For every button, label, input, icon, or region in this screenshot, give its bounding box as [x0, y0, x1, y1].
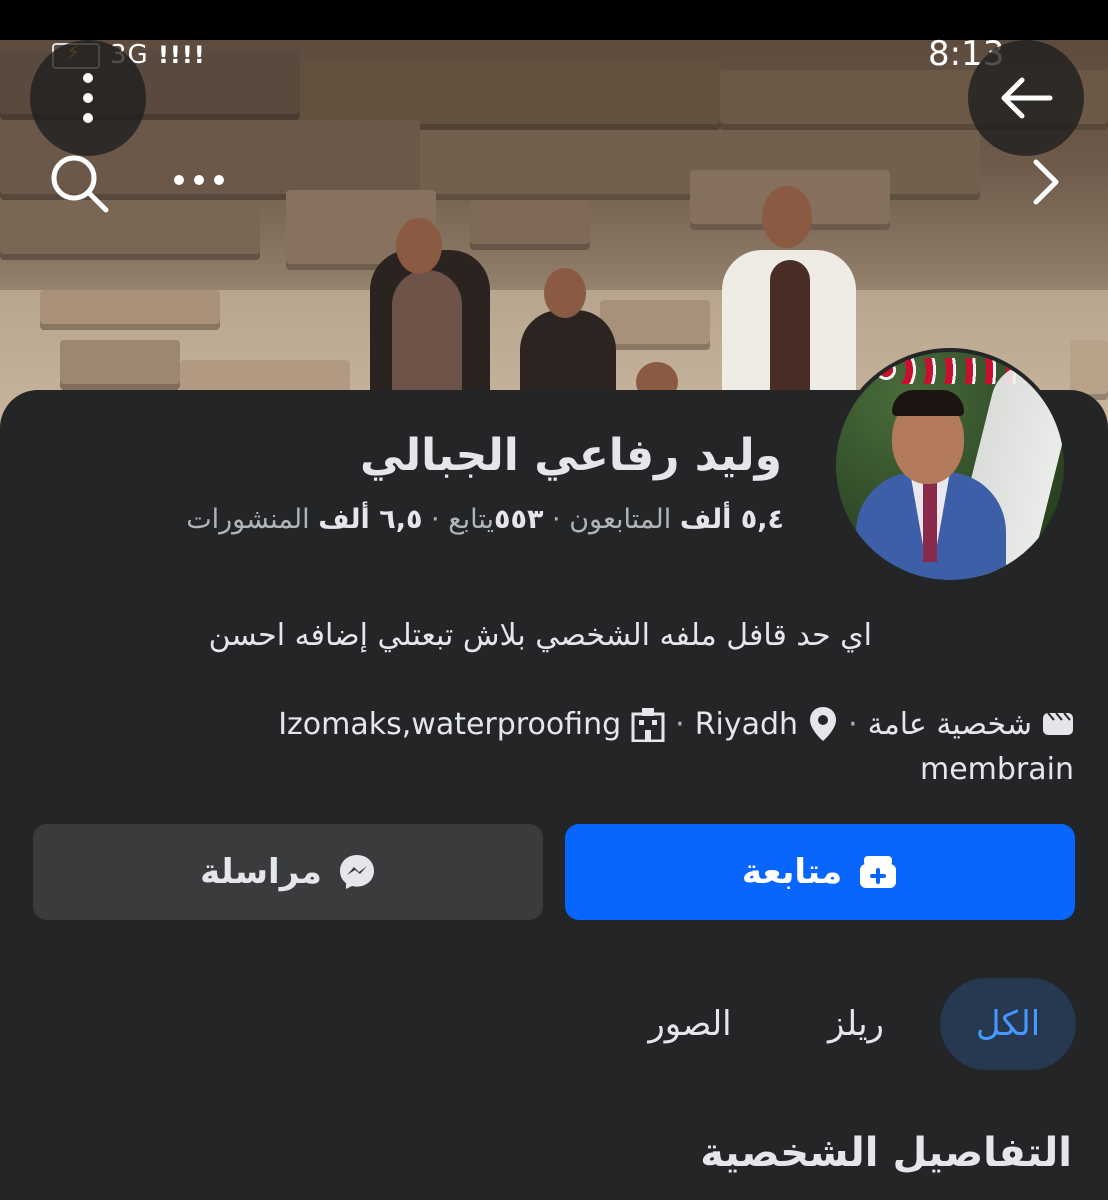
person-head [396, 218, 442, 274]
tab-reels[interactable]: ريلز [806, 978, 906, 1070]
following-label[interactable]: يتابع [448, 504, 494, 535]
person-head [762, 186, 812, 248]
search-button[interactable] [48, 152, 112, 220]
profile-name: وليد رفاعي الجبالي [360, 430, 782, 481]
person-scarf [392, 270, 462, 410]
profile-info-row: شخصية عامة · Riyadh · Izomaks,waterproof… [278, 706, 1074, 742]
person-head [544, 268, 586, 318]
posts-label: المنشورات [186, 504, 310, 535]
followers-label[interactable]: المتابعون [569, 504, 671, 535]
tab-all[interactable]: الكل [940, 978, 1076, 1070]
back-arrow-icon [1001, 77, 1053, 119]
search-icon [51, 155, 109, 213]
followers-count: ٥,٤ ألف [679, 504, 784, 535]
tab-photos[interactable]: الصور [630, 978, 750, 1070]
workplace-continued: membrain [919, 752, 1074, 787]
messenger-icon [339, 855, 374, 889]
follow-label: متابعة [741, 852, 843, 892]
category-label: شخصية عامة [867, 706, 1032, 742]
video-icon [1042, 710, 1074, 738]
person-dress [770, 260, 810, 410]
stone-block [40, 290, 220, 330]
workplace-label[interactable]: Izomaks,waterproofing [278, 707, 621, 742]
profile-stats: ٥,٤ ألف المتابعون · ٥٥٣يتابع · ٦,٥ ألف ا… [186, 504, 784, 535]
signal-icon: !!!! [157, 41, 206, 69]
chevron-right-icon [1033, 159, 1059, 205]
more-horizontal-button[interactable] [172, 170, 226, 194]
section-title-personal-details: التفاصيل الشخصية [700, 1130, 1072, 1176]
posts-count: ٦,٥ ألف [318, 504, 423, 535]
back-button[interactable] [968, 40, 1084, 156]
follow-button[interactable]: متابعة [565, 824, 1075, 920]
message-button[interactable]: مراسلة [33, 824, 543, 920]
following-count: ٥٥٣ [493, 504, 544, 535]
message-label: مراسلة [200, 852, 322, 892]
stone-block [600, 300, 710, 350]
stone-block [60, 340, 180, 390]
location-pin-icon [808, 706, 838, 742]
follow-icon [860, 856, 897, 888]
building-icon [631, 706, 665, 742]
more-vertical-icon [83, 73, 93, 123]
location-label[interactable]: Riyadh [695, 707, 798, 742]
stone-block [470, 200, 590, 250]
profile-bio: اي حد قافل ملفه الشخصي بلاش تبعتلي إضافه… [208, 618, 872, 653]
more-options-button[interactable] [30, 40, 146, 156]
next-button[interactable] [1026, 156, 1066, 212]
more-horizontal-icon [174, 175, 224, 185]
profile-avatar[interactable] [832, 348, 1068, 584]
pyramid-block [0, 200, 260, 260]
